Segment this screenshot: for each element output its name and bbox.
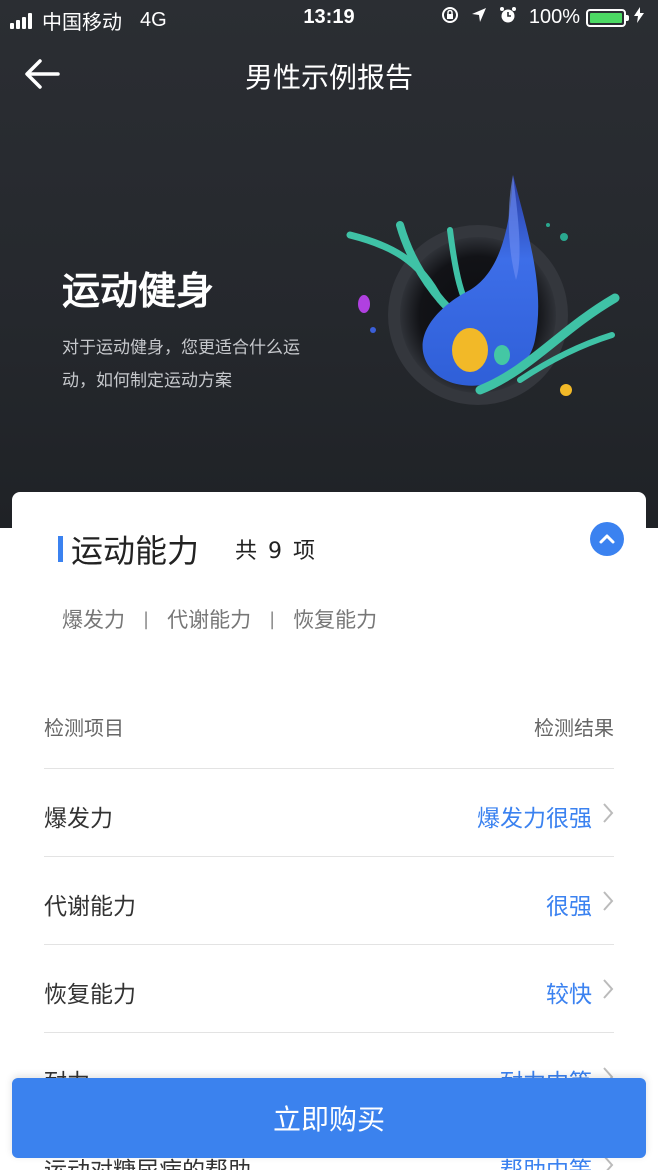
rotation-lock-icon bbox=[441, 6, 459, 29]
table-header: 检测项目 检测结果 bbox=[44, 712, 614, 741]
status-bar: 中国移动 4G 13:19 100% bbox=[0, 0, 658, 36]
location-icon bbox=[471, 7, 487, 28]
battery-icon bbox=[586, 8, 629, 27]
page-title: 男性示例报告 bbox=[244, 61, 413, 94]
section-title: 运动能力 bbox=[71, 532, 200, 570]
chevron-right-icon bbox=[603, 891, 614, 911]
section-header: 运动能力 共 9 项 bbox=[58, 526, 317, 572]
tag-item: 恢复能力 bbox=[293, 608, 378, 632]
row-label: 爆发力 bbox=[44, 806, 113, 832]
header-test-result: 检测结果 bbox=[534, 716, 614, 740]
fitness-illustration bbox=[330, 150, 630, 420]
battery-percent: 100% bbox=[528, 6, 580, 28]
item-count: 共 9 项 bbox=[235, 539, 317, 564]
chevron-up-icon[interactable] bbox=[590, 522, 624, 556]
hero-title: 运动健身 bbox=[62, 269, 215, 313]
hero-banner: 中国移动 4G 13:19 100% 男性示例报告 运动健身 对于运动健身，您更… bbox=[0, 0, 658, 528]
status-right: 100% bbox=[441, 6, 644, 29]
header-test-item: 检测项目 bbox=[44, 716, 124, 740]
table-row[interactable]: 爆发力 爆发力很强 bbox=[44, 768, 614, 856]
row-label: 恢复能力 bbox=[44, 982, 136, 1008]
report-card: 运动能力 共 9 项 爆发力 | 代谢能力 | 恢复能力 检测项目 检测结果 爆… bbox=[12, 492, 646, 1170]
row-value: 很强 bbox=[546, 894, 592, 920]
charging-icon bbox=[634, 7, 644, 28]
row-value: 爆发力很强 bbox=[477, 806, 592, 832]
battery-fill bbox=[590, 12, 622, 23]
buy-now-button[interactable]: 立即购买 bbox=[12, 1078, 646, 1158]
hero-description: 对于运动健身，您更适合什么运动，如何制定运动方案 bbox=[62, 338, 300, 391]
tag-item: 代谢能力 bbox=[167, 608, 252, 632]
tag-separator: | bbox=[143, 608, 150, 630]
table-row[interactable]: 代谢能力 很强 bbox=[44, 856, 614, 944]
row-label: 代谢能力 bbox=[44, 894, 136, 920]
table-row[interactable]: 恢复能力 较快 bbox=[44, 944, 614, 1032]
ability-tags: 爆发力 | 代谢能力 | 恢复能力 bbox=[62, 604, 377, 634]
tag-item: 爆发力 bbox=[62, 608, 125, 632]
row-value: 较快 bbox=[546, 982, 592, 1008]
alarm-icon bbox=[499, 6, 517, 29]
chevron-right-icon bbox=[603, 803, 614, 823]
chevron-right-icon bbox=[603, 979, 614, 999]
tag-separator: | bbox=[269, 608, 276, 630]
section-accent-bar bbox=[58, 536, 63, 562]
nav-bar: 男性示例报告 bbox=[0, 44, 658, 104]
